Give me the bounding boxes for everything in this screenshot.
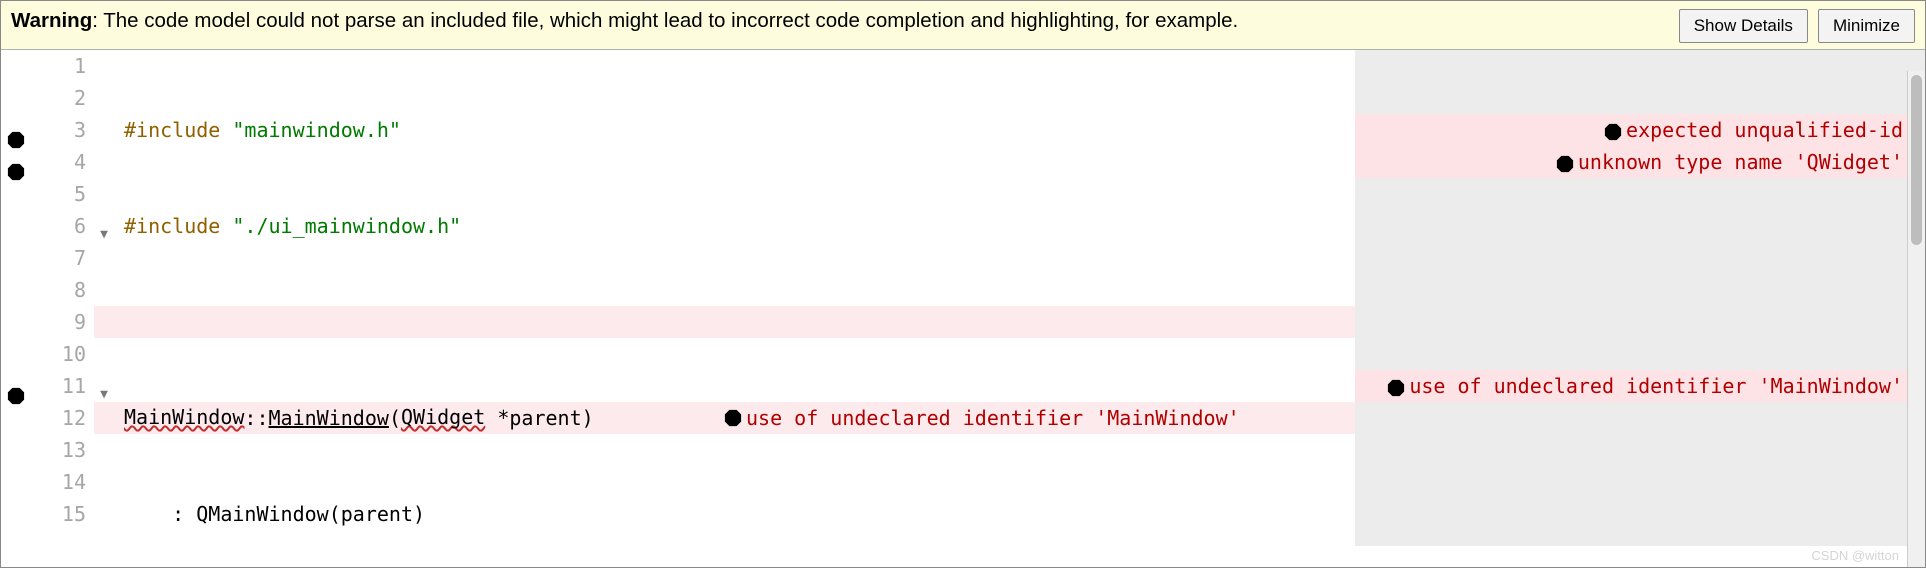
line-number: 10 [62, 338, 86, 370]
scrollbar-thumb[interactable] [1911, 75, 1922, 245]
line-number: 1 [74, 50, 86, 82]
warning-text: Warning: The code model could not parse … [11, 7, 1679, 35]
code-line-error [94, 306, 1355, 338]
code-area[interactable]: #include "mainwindow.h" #include "./ui_m… [94, 50, 1355, 546]
error-icon [1604, 123, 1622, 141]
warning-bar: Warning: The code model could not parse … [1, 1, 1925, 50]
line-number: 3 [74, 114, 86, 146]
line-number: 15 [62, 498, 86, 530]
code-editor[interactable]: 1 2 3 4 5 6 ▼ 7 8 9 10 11 ▼ 12 13 14 15 … [1, 50, 1925, 546]
show-details-button[interactable]: Show Details [1679, 9, 1808, 43]
line-number: 8 [74, 274, 86, 306]
line-number: 11 [62, 370, 86, 402]
warning-message: : The code model could not parse an incl… [92, 9, 1238, 32]
error-icon [1387, 379, 1405, 397]
annotation-panel: expected unqualified-id unknown type nam… [1355, 50, 1925, 546]
warning-label: Warning [11, 9, 92, 32]
vertical-scrollbar[interactable] [1907, 71, 1925, 567]
code-line: #include "./ui_mainwindow.h" [94, 210, 1355, 242]
error-annotation: use of undeclared identifier 'MainWindow… [1355, 370, 1925, 402]
error-annotation: unknown type name 'QWidget' [1355, 146, 1925, 178]
line-number: 9 [74, 306, 86, 338]
line-number: 12 [62, 402, 86, 434]
gutter: 1 2 3 4 5 6 ▼ 7 8 9 10 11 ▼ 12 13 14 15 [1, 50, 94, 546]
code-line: : QMainWindow(parent) [94, 498, 1355, 530]
error-icon [724, 409, 742, 427]
inline-error-annotation: use of undeclared identifier 'MainWindow… [724, 402, 1240, 434]
watermark: CSDN @witton [1811, 548, 1899, 563]
line-number: 13 [62, 434, 86, 466]
line-number: 5 [74, 178, 86, 210]
code-line-error: MainWindow::MainWindow(QWidget *parent) … [94, 402, 1355, 434]
line-number: 6 [74, 210, 86, 242]
error-icon [1556, 155, 1574, 173]
line-number: 14 [62, 466, 86, 498]
code-line: #include "mainwindow.h" [94, 114, 1355, 146]
error-annotation: expected unqualified-id [1355, 114, 1925, 146]
warning-buttons: Show Details Minimize [1679, 7, 1915, 43]
line-number: 7 [74, 242, 86, 274]
minimize-button[interactable]: Minimize [1818, 9, 1915, 43]
line-number: 2 [74, 82, 86, 114]
line-number: 4 [74, 146, 86, 178]
